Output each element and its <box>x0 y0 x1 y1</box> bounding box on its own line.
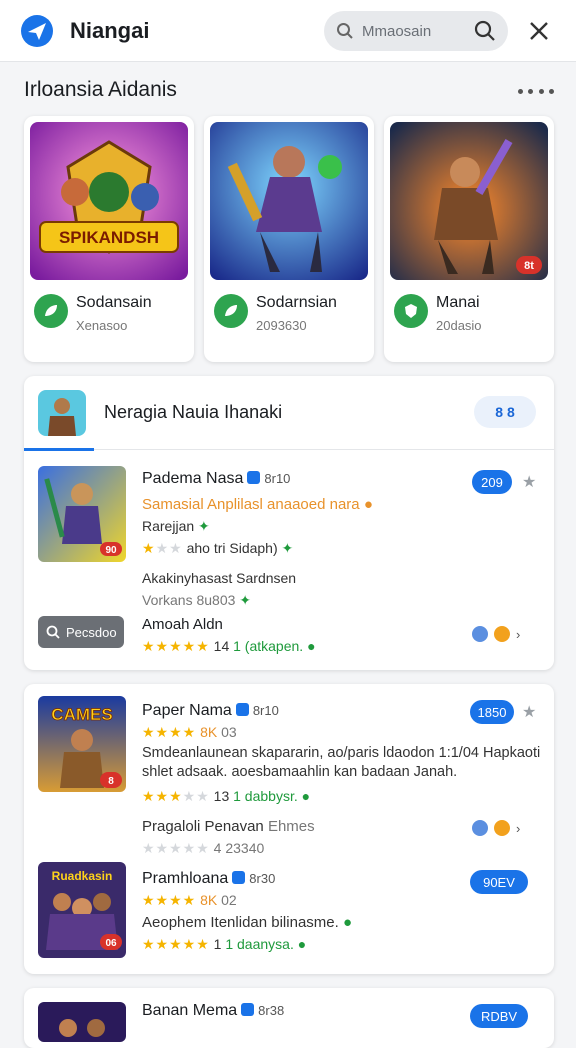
game-art-image <box>210 122 368 280</box>
rating-stars: ★★★ <box>142 540 183 556</box>
section-title: Irloansia Aidanis <box>24 78 177 101</box>
game-rating: ★★★ aho tri Sidaph) ✦ <box>142 540 294 556</box>
game-title[interactable]: Banan Mema 8r38 <box>142 1002 284 1020</box>
game-title[interactable]: Padema Nasa 8r10 <box>142 470 290 488</box>
svg-text:Ruadkasin: Ruadkasin <box>52 869 113 883</box>
game-title[interactable]: Pramhloana 8r30 <box>142 870 275 888</box>
game-action-pill[interactable]: 1850 <box>470 700 514 724</box>
emoji-icon: ● <box>363 496 373 513</box>
featured-name: Sodarnsian <box>256 294 337 311</box>
game-title[interactable]: Pragaloli Penavan Ehmes <box>142 818 315 835</box>
game-rating: ★★★★★ 4 23340 <box>142 840 265 856</box>
verified-icon <box>232 871 246 884</box>
art-corner-badge: 8t <box>524 260 534 272</box>
game-title[interactable]: Paper Nama 8r10 <box>142 702 279 720</box>
top-bar: Niangai Mmaosain <box>0 0 576 62</box>
verified-icon <box>235 703 249 716</box>
game-title[interactable]: Amoah Aldn <box>142 616 223 633</box>
game-rating: ★★★★★ 14 1 (atkapen. ● <box>142 638 316 654</box>
game-action-pill[interactable]: 90EV <box>470 870 528 894</box>
game-dev: Rarejjan ✦ <box>142 518 210 534</box>
svg-text:06: 06 <box>105 938 117 949</box>
close-icon[interactable] <box>522 14 556 48</box>
game-tagline: Samasial Anplilasl anaaoed nara ● <box>142 496 373 513</box>
game-icon[interactable]: CAMES 8 <box>38 696 126 792</box>
game-icon[interactable]: Ruadkasin 06 <box>38 862 126 958</box>
search-chip-button[interactable]: Pecsdoo <box>38 616 124 648</box>
game-desc-sub: Vorkans 8u803 ✦ <box>142 592 252 608</box>
game-description: Aeophem Itenlidan bilinasme. ● <box>142 914 353 931</box>
status-dots: › <box>472 626 520 642</box>
card-header-title: Neragia Nauia Ihanaki <box>104 402 283 422</box>
active-underline <box>24 448 94 451</box>
app-title: Niangai <box>70 17 150 43</box>
search-placeholder: Mmaosain <box>362 22 432 40</box>
leaf-icon <box>214 294 248 328</box>
game-icon[interactable] <box>38 1002 126 1042</box>
verified-icon <box>241 1003 255 1016</box>
featured-card[interactable]: SPIKANDSH Sodansain Xenasoo <box>24 116 194 362</box>
status-dots: › <box>472 820 520 836</box>
card-header: Neragia Nauia Ihanaki 8 8 <box>24 376 554 451</box>
game-art-image: 8t <box>390 122 548 280</box>
game-list-card: Banan Mema 8r38 RDBV <box>24 988 554 1048</box>
svg-text:8: 8 <box>108 776 114 787</box>
game-icon[interactable]: 90 <box>38 466 126 562</box>
game-desc: Akakinyhasast Sardnsen <box>142 570 297 586</box>
game-description: Smdeanlaunean skapararin, ao/paris ldaod… <box>142 745 541 780</box>
featured-card[interactable]: Sodarnsian 2093630 <box>204 116 374 362</box>
favorite-star-icon[interactable]: ★ <box>522 472 536 492</box>
game-rating-note: ★★★★ 8K 02 <box>142 892 237 908</box>
search-button-icon[interactable] <box>474 20 496 42</box>
shield-icon <box>394 294 428 328</box>
game-rating: ★★★★★ 13 1 dabbysr. ● <box>142 788 311 804</box>
featured-sub: Xenasoo <box>76 318 128 333</box>
header-thumbnail <box>38 390 86 436</box>
rating-stars: ★★★★★ <box>142 638 210 654</box>
svg-text:90: 90 <box>105 545 117 556</box>
featured-name: Manai <box>436 294 480 311</box>
featured-sub: 20dasio <box>436 318 482 333</box>
more-options-icon[interactable] <box>518 80 554 102</box>
leaf-icon <box>34 294 68 328</box>
game-action-pill[interactable]: RDBV <box>470 1004 528 1028</box>
game-rating: ★★★★★ 1 1 daanysa. ● <box>142 936 307 952</box>
app-logo-icon[interactable] <box>20 14 54 48</box>
game-art-image: SPIKANDSH <box>30 122 188 280</box>
game-list-card: Neragia Nauia Ihanaki 8 8 90 Padema Nasa… <box>24 376 554 670</box>
featured-sub: 2093630 <box>256 318 307 333</box>
game-rating-note: ★★★★ 8K 03 <box>142 724 237 740</box>
header-pill-button[interactable]: 8 8 <box>474 396 536 428</box>
svg-text:CAMES: CAMES <box>51 705 112 724</box>
game-list-card: CAMES 8 Paper Nama 8r10 ★★★★ 8K 03 Smdean… <box>24 684 554 974</box>
search-input[interactable]: Mmaosain <box>324 11 508 51</box>
featured-name: Sodansain <box>76 294 152 311</box>
featured-art-text: SPIKANDSH <box>59 228 159 247</box>
favorite-star-icon[interactable]: ★ <box>522 702 536 722</box>
search-icon <box>46 625 60 639</box>
featured-card[interactable]: 8t Manai 20dasio <box>384 116 554 362</box>
game-action-pill[interactable]: 209 <box>472 470 512 494</box>
leaf-icon: ✦ <box>198 518 210 534</box>
verified-icon <box>247 471 261 484</box>
search-icon <box>337 23 353 39</box>
